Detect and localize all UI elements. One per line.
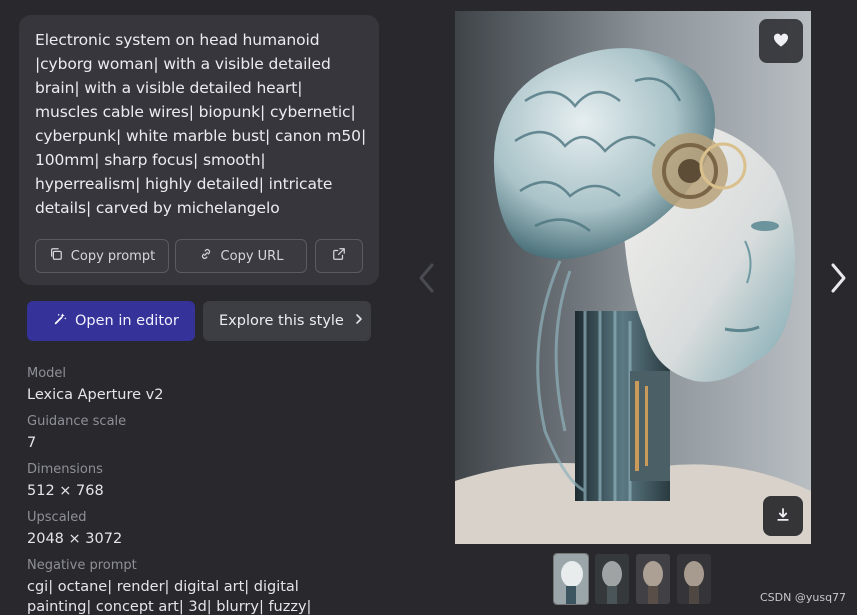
download-icon: [776, 507, 790, 526]
thumbnail-strip: [553, 553, 711, 605]
favorite-button[interactable]: [759, 19, 803, 63]
explore-style-button[interactable]: Explore this style: [203, 301, 371, 341]
link-icon: [199, 247, 213, 265]
thumbnail-4[interactable]: [677, 554, 711, 604]
copy-url-label: Copy URL: [220, 248, 284, 264]
copy-url-button[interactable]: Copy URL: [175, 239, 307, 273]
guidance-scale-value: 7: [27, 435, 37, 451]
dimensions-field: Dimensions 512 × 768: [27, 462, 357, 501]
upscaled-value: 2048 × 3072: [27, 531, 123, 547]
external-link-icon: [332, 247, 346, 265]
prompt-card: Electronic system on head humanoid |cybo…: [19, 15, 379, 285]
copy-icon: [49, 247, 63, 265]
magic-wand-icon: [53, 312, 67, 330]
negative-prompt-label: Negative prompt: [27, 558, 137, 573]
copy-prompt-button[interactable]: Copy prompt: [35, 239, 169, 273]
thumbnail-2[interactable]: [595, 554, 629, 604]
open-in-editor-label: Open in editor: [75, 313, 179, 329]
open-in-editor-button[interactable]: Open in editor: [27, 301, 195, 341]
chevron-right-icon: [354, 313, 364, 329]
generated-image: [455, 11, 811, 544]
watermark: CSDN @yusq77: [760, 591, 847, 604]
copy-prompt-label: Copy prompt: [70, 248, 156, 264]
model-label: Model: [27, 366, 67, 381]
model-value: Lexica Aperture v2: [27, 387, 164, 403]
model-field: Model Lexica Aperture v2: [27, 366, 357, 405]
heart-icon: [773, 32, 789, 51]
thumbnail-3[interactable]: [636, 554, 670, 604]
guidance-scale-label: Guidance scale: [27, 414, 127, 429]
explore-style-label: Explore this style: [219, 313, 344, 329]
guidance-scale-field: Guidance scale 7: [27, 414, 357, 453]
prompt-text: Electronic system on head humanoid |cybo…: [35, 31, 367, 217]
previous-image-button[interactable]: [417, 262, 437, 298]
thumbnail-1[interactable]: [553, 553, 589, 605]
upscaled-field: Upscaled 2048 × 3072: [27, 510, 357, 549]
upscaled-label: Upscaled: [27, 510, 87, 525]
next-image-button[interactable]: [828, 262, 848, 298]
negative-prompt-value: cgi| octane| render| digital art| digita…: [27, 579, 312, 615]
negative-prompt-field: Negative prompt cgi| octane| render| dig…: [27, 558, 347, 615]
download-button[interactable]: [763, 496, 803, 536]
chevron-left-icon: [417, 263, 437, 298]
dimensions-value: 512 × 768: [27, 483, 104, 499]
open-external-button[interactable]: [315, 239, 363, 273]
chevron-right-icon: [828, 263, 848, 298]
dimensions-label: Dimensions: [27, 462, 103, 477]
